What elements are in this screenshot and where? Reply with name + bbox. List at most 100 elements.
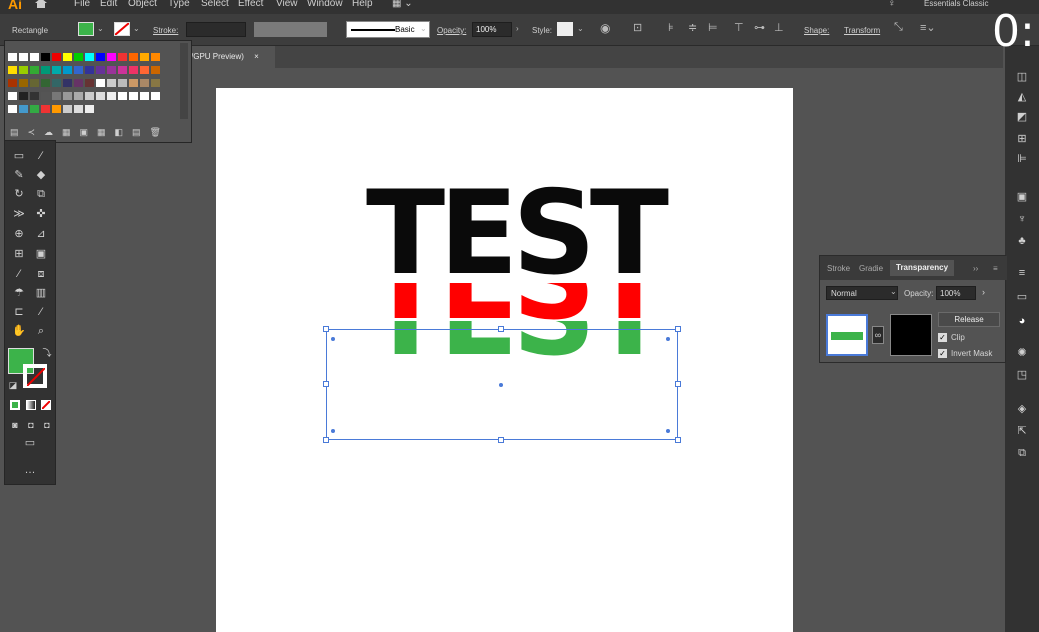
swatch[interactable]	[52, 79, 61, 87]
shaper-tool-icon[interactable]: ✎	[11, 168, 27, 182]
menu-select[interactable]: Select	[201, 0, 229, 9]
swatch[interactable]	[151, 79, 160, 87]
stroke-panel-icon[interactable]: ≡	[1015, 266, 1029, 280]
menu-object[interactable]: Object	[128, 0, 157, 9]
menu-type[interactable]: Type	[168, 0, 190, 9]
swatch[interactable]	[74, 105, 83, 113]
swatch[interactable]	[140, 92, 149, 100]
brush-definition[interactable]: Basic	[346, 21, 430, 38]
width-tool-icon[interactable]: ≫	[11, 207, 27, 221]
variable-width-profile[interactable]	[254, 22, 327, 37]
swatch[interactable]	[63, 105, 72, 113]
align-panel-icon[interactable]: ⊞	[1015, 132, 1029, 146]
invert-mask-checkbox[interactable]: ✓	[938, 349, 947, 358]
swatch[interactable]	[151, 53, 160, 61]
home-icon[interactable]	[34, 0, 48, 9]
swatch[interactable]	[85, 53, 94, 61]
mesh-tool-icon[interactable]: ⊞	[11, 247, 27, 261]
gradient-mode-icon[interactable]	[26, 400, 36, 410]
collapse-panel-icon[interactable]: ››	[973, 264, 978, 273]
swatch[interactable]	[8, 53, 17, 61]
menu-file[interactable]: File	[74, 0, 90, 9]
pathfinder-icon[interactable]: ⊫	[1015, 152, 1029, 166]
swatch[interactable]	[8, 66, 17, 74]
graphic-styles-icon[interactable]: ◳	[1015, 368, 1029, 382]
swatch[interactable]	[85, 92, 94, 100]
swatch[interactable]	[8, 92, 17, 100]
swatch[interactable]	[85, 79, 94, 87]
menu-view[interactable]: View	[276, 0, 298, 9]
swatch[interactable]	[107, 79, 116, 87]
swatch[interactable]	[30, 53, 39, 61]
align-left-icon[interactable]: ⊧	[668, 21, 674, 34]
swatch[interactable]	[19, 53, 28, 61]
arrange-documents-icon[interactable]: ▦ ⌄	[392, 0, 413, 9]
swatch[interactable]	[140, 79, 149, 87]
handle-top-center[interactable]	[498, 326, 504, 332]
fill-swatch[interactable]	[78, 22, 94, 36]
tab-transparency[interactable]: Transparency	[890, 260, 955, 276]
swatch[interactable]	[151, 92, 160, 100]
paintbrush-tool-icon[interactable]: ∕	[33, 149, 49, 163]
edit-toolbar-icon[interactable]: …	[22, 463, 38, 477]
swatch[interactable]	[19, 66, 28, 74]
swatch[interactable]	[74, 92, 83, 100]
opacity-field[interactable]: 100%	[472, 22, 512, 37]
swatch[interactable]	[8, 79, 17, 87]
swatch[interactable]	[85, 66, 94, 74]
corner-widget-bottom-left[interactable]	[331, 429, 335, 433]
handle-middle-right[interactable]	[675, 381, 681, 387]
test-text-black[interactable]: TEST	[366, 176, 669, 292]
none-mode-icon[interactable]	[41, 400, 51, 410]
gradient-panel-icon[interactable]: ▭	[1015, 290, 1029, 304]
stroke-color-box[interactable]	[23, 364, 47, 388]
image-trace-icon[interactable]: ▣	[1015, 190, 1029, 204]
swatch[interactable]	[129, 92, 138, 100]
recolor-artwork-icon[interactable]: ◉	[600, 21, 610, 35]
stroke-dropdown-icon[interactable]: ⌄	[133, 24, 140, 33]
swatch[interactable]	[129, 53, 138, 61]
brushes-icon[interactable]: ◩	[1015, 110, 1029, 124]
opacity-label[interactable]: Opacity:	[437, 26, 466, 35]
handle-top-left[interactable]	[323, 326, 329, 332]
handle-bottom-right[interactable]	[675, 437, 681, 443]
swatch[interactable]	[63, 79, 72, 87]
gradient-tool-icon[interactable]: ▣	[33, 247, 49, 261]
menu-effect[interactable]: Effect	[238, 0, 263, 9]
stroke-label[interactable]: Stroke:	[153, 26, 178, 35]
swatch[interactable]	[74, 66, 83, 74]
swatch[interactable]	[19, 92, 28, 100]
align-to-icon[interactable]: ⊡	[633, 21, 642, 34]
blend-tool-icon[interactable]: ⧈	[33, 267, 49, 281]
swap-colors-icon[interactable]: ⤵	[39, 346, 55, 360]
swatch[interactable]	[140, 53, 149, 61]
puppet-warp-tool-icon[interactable]: ✜	[33, 207, 49, 221]
swatches-panel-icon[interactable]: ♣	[1015, 234, 1029, 248]
graphic-style-swatch[interactable]	[557, 22, 573, 36]
color-mode-icon[interactable]	[10, 400, 20, 410]
corner-widget-top-right[interactable]	[666, 337, 670, 341]
stroke-weight-field[interactable]	[186, 22, 246, 37]
swatch[interactable]	[107, 53, 116, 61]
swatch[interactable]	[118, 66, 127, 74]
corner-widget-bottom-right[interactable]	[666, 429, 670, 433]
shape-builder-tool-icon[interactable]: ⊕	[11, 227, 27, 241]
swatch-grid[interactable]	[8, 53, 168, 123]
artwork-thumbnail[interactable]	[826, 314, 868, 356]
hand-tool-icon[interactable]: ✋	[11, 324, 27, 338]
asset-export-icon[interactable]: ⇱	[1015, 424, 1029, 438]
align-top-icon[interactable]: ⊤	[734, 21, 744, 34]
align-bottom-icon[interactable]: ⊥	[774, 21, 784, 34]
perspective-grid-tool-icon[interactable]: ⊿	[33, 227, 49, 241]
symbols-icon[interactable]: ♆	[1015, 212, 1029, 226]
menu-help[interactable]: Help	[352, 0, 373, 9]
fill-dropdown-icon[interactable]: ⌄	[97, 24, 104, 33]
draw-normal-icon[interactable]: ◙	[7, 418, 23, 432]
lightbulb-icon[interactable]: ♀	[888, 0, 896, 9]
swatch[interactable]	[52, 105, 61, 113]
swatch[interactable]	[107, 92, 116, 100]
blend-mode-select[interactable]: Normal	[826, 286, 898, 300]
swatch[interactable]	[52, 66, 61, 74]
clip-checkbox[interactable]: ✓	[938, 333, 947, 342]
swatch[interactable]	[63, 66, 72, 74]
